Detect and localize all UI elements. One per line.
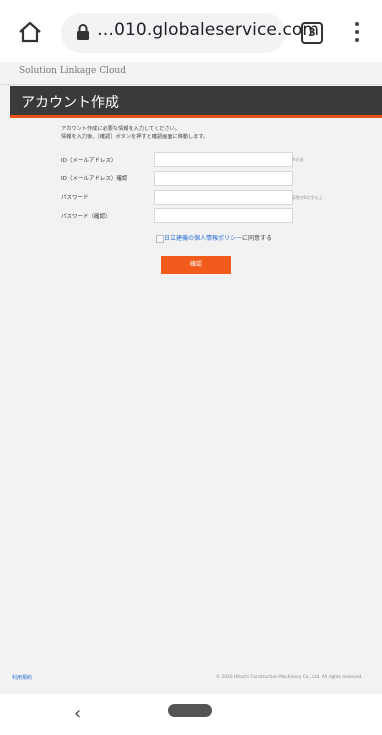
email-confirm-field[interactable] [154, 171, 293, 186]
lock-icon [76, 24, 90, 41]
email-field[interactable] [154, 152, 293, 167]
accent-divider [10, 115, 382, 118]
intro-text: アカウント作成に必要な情報を入力してください。 情報を入力後、［確認］ボタンを押… [61, 125, 208, 141]
password-confirm-label: パスワード（確認） [61, 214, 111, 220]
tab-switcher-button[interactable]: 3 [301, 22, 323, 44]
email-label: ID（メールアドレス） [61, 158, 117, 164]
password-field[interactable] [154, 190, 293, 205]
home-icon[interactable] [18, 21, 42, 43]
agree-text: 日立建機の個人情報ポリシーに同意する [164, 233, 272, 242]
email-hint: ※必須 [292, 157, 304, 162]
intro-line-2: 情報を入力後、［確認］ボタンを押すと確認画面に移動します。 [61, 134, 209, 140]
password-confirm-field[interactable] [154, 208, 293, 223]
terms-link[interactable]: 利用規約 [12, 674, 32, 681]
brand-logo-text: Solution Linkage Cloud [19, 66, 126, 76]
privacy-policy-link[interactable]: 日立建機の個人情報ポリシー [164, 235, 242, 242]
copyright-text: © 2020 Hitachi Construction Machinery Co… [216, 675, 363, 680]
password-label: パスワード [61, 195, 89, 201]
more-vert-icon[interactable] [354, 22, 360, 44]
confirm-button[interactable]: 確認 [161, 256, 231, 274]
page-title: アカウント作成 [21, 95, 119, 111]
agree-suffix: に同意する [242, 235, 273, 242]
home-pill-button[interactable] [168, 704, 212, 717]
url-text[interactable]: …010.globaleservice.com [97, 20, 319, 40]
email-confirm-label: ID（メールアドレス）確認 [61, 176, 128, 182]
password-hint: 英数字8文字以上 [292, 195, 323, 200]
agree-checkbox[interactable] [156, 235, 164, 243]
back-icon[interactable]: ‹ [74, 703, 81, 724]
intro-line-1: アカウント作成に必要な情報を入力してください。 [61, 126, 181, 132]
